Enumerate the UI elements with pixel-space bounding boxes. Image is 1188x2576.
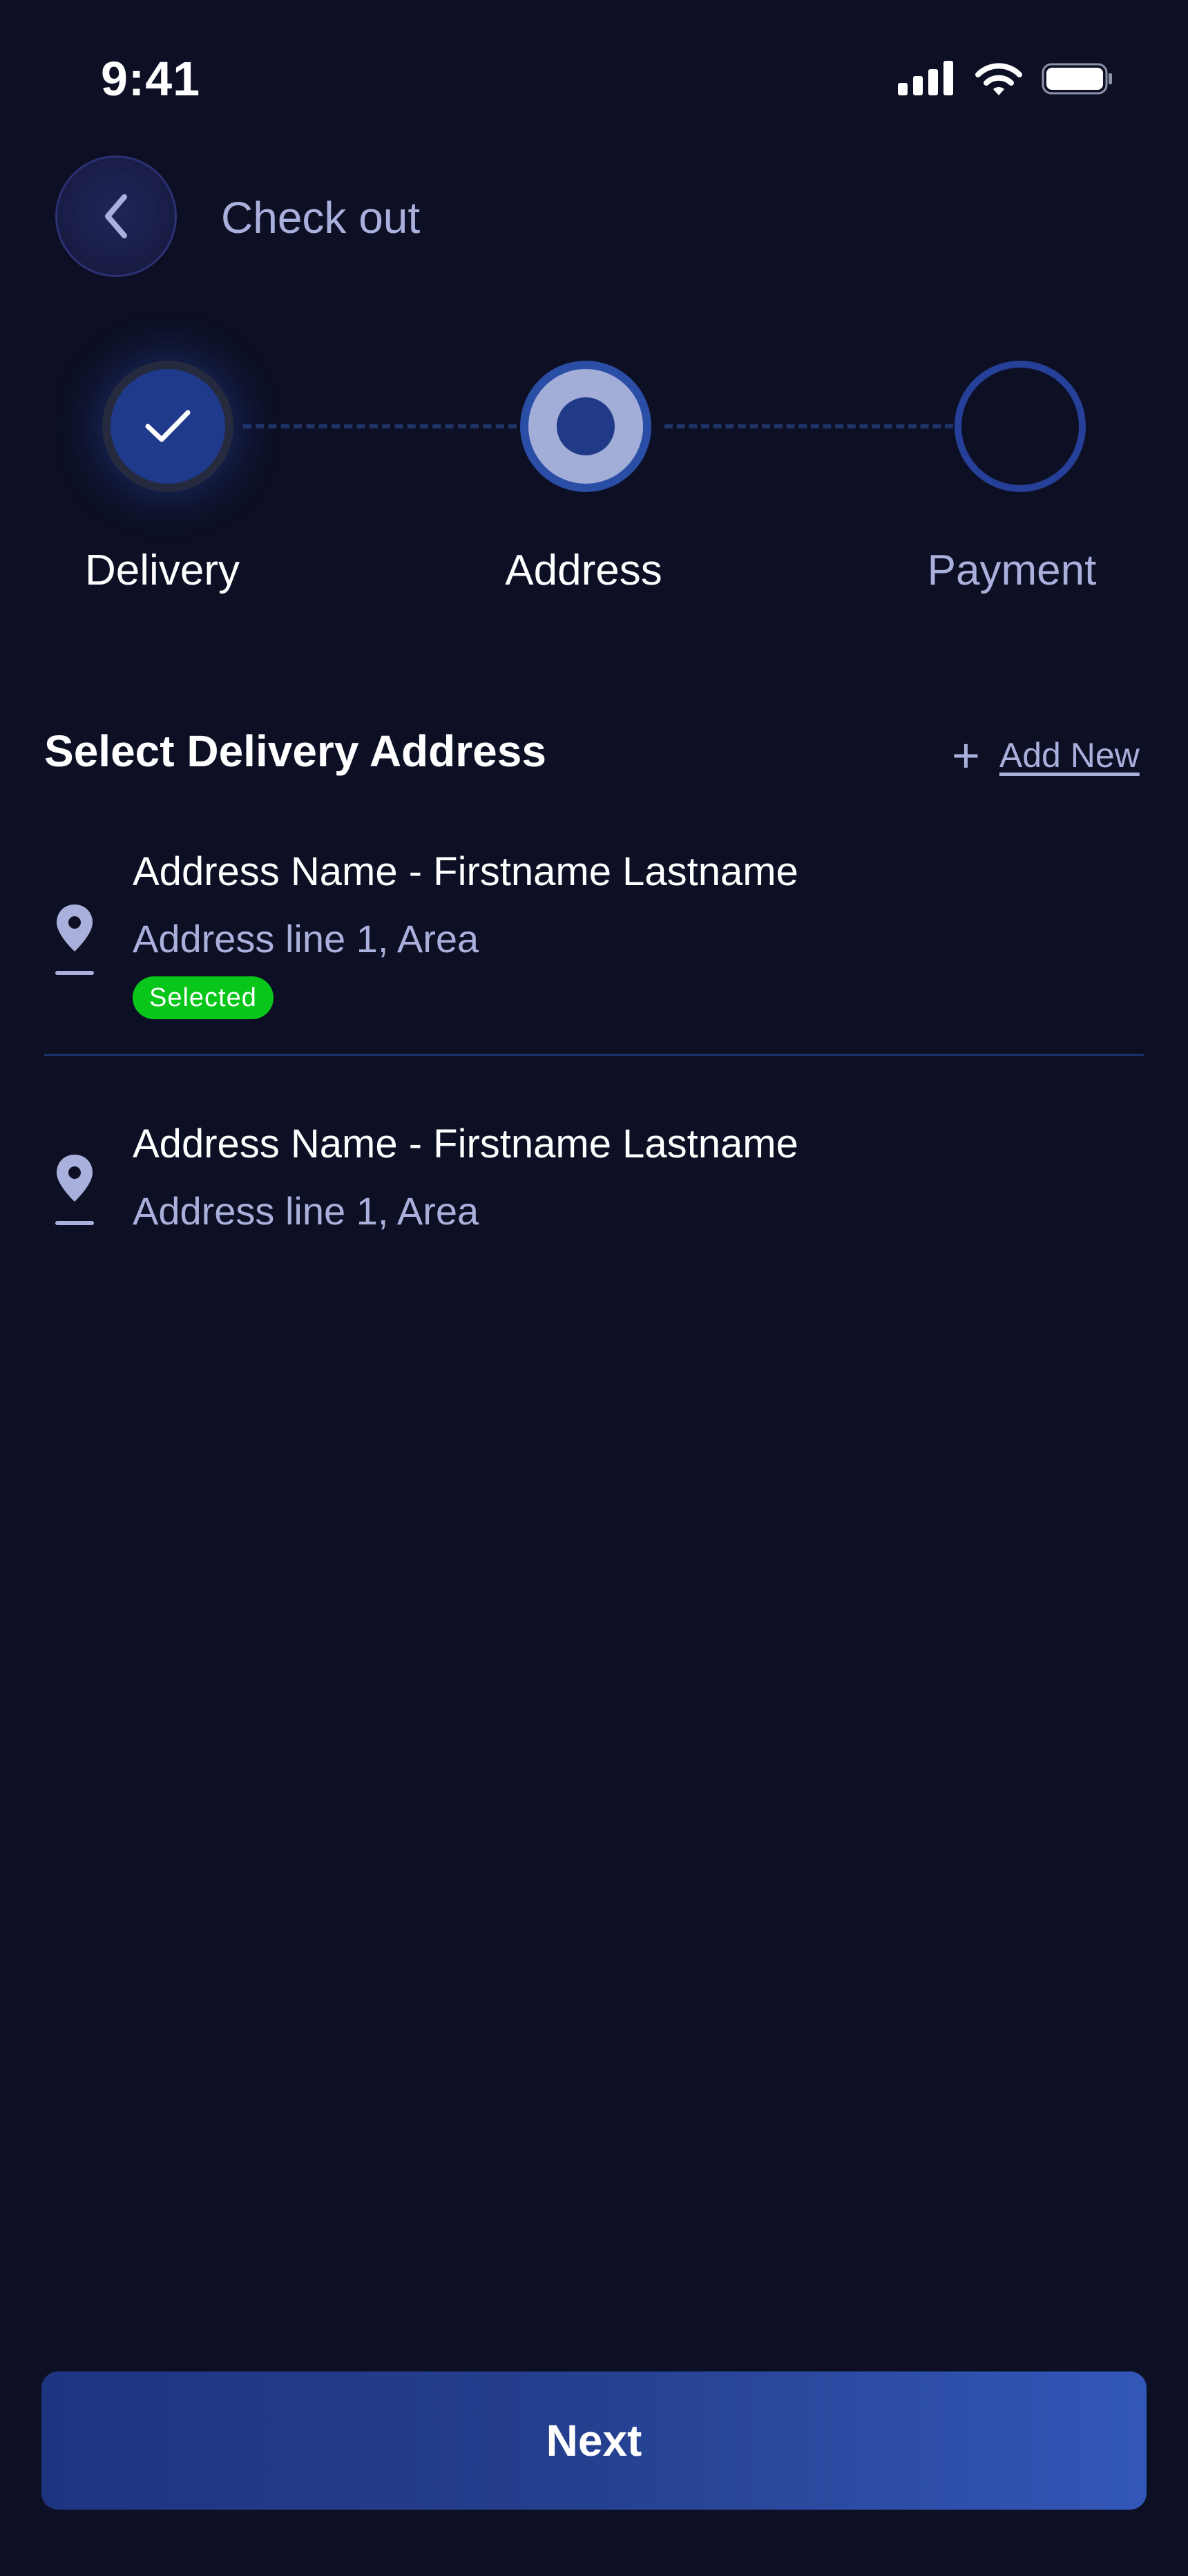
signal-icon [898, 61, 953, 98]
status-icons [898, 61, 1119, 98]
address-line: Address line 1, Area [133, 917, 479, 960]
step-label-delivery: Delivery [85, 547, 240, 594]
step-payment-indicator [955, 361, 1086, 492]
step-label-address: Address [505, 547, 662, 594]
address-item[interactable]: Address Name - Firstname Lastname Addres… [44, 836, 1144, 1056]
page-title: Check out [221, 193, 421, 243]
step-address-indicator [520, 361, 651, 492]
address-item[interactable]: Address Name - Firstname Lastname Addres… [44, 1114, 1144, 1266]
wifi-icon [975, 63, 1022, 95]
back-button[interactable] [55, 155, 177, 277]
step-current-dot [557, 397, 615, 455]
step-label-payment: Payment [927, 547, 1097, 594]
address-line: Address line 1, Area [133, 1189, 479, 1233]
address-name: Address Name - Firstname Lastname [133, 1121, 798, 1166]
stepper-connector-1 [243, 424, 517, 428]
checkout-screen: 9:41 Check out Delivery Address Payment … [0, 0, 1188, 2576]
address-name: Address Name - Firstname Lastname [133, 849, 798, 894]
status-time: 9:41 [101, 52, 201, 106]
location-pin-icon [55, 905, 94, 975]
chevron-left-icon [105, 194, 127, 238]
add-new-address-button[interactable]: + Add New [952, 731, 1140, 779]
section-title: Select Delivery Address [44, 726, 546, 776]
step-delivery-indicator [102, 361, 233, 492]
checkmark-icon [145, 410, 191, 442]
plus-icon: + [952, 728, 980, 782]
selected-badge: Selected [133, 976, 274, 1019]
location-pin-icon [55, 1155, 94, 1225]
battery-icon [1042, 63, 1112, 95]
add-new-label: Add New [999, 736, 1140, 775]
next-button[interactable]: Next [41, 2371, 1147, 2510]
stepper-connector-2 [664, 424, 953, 428]
